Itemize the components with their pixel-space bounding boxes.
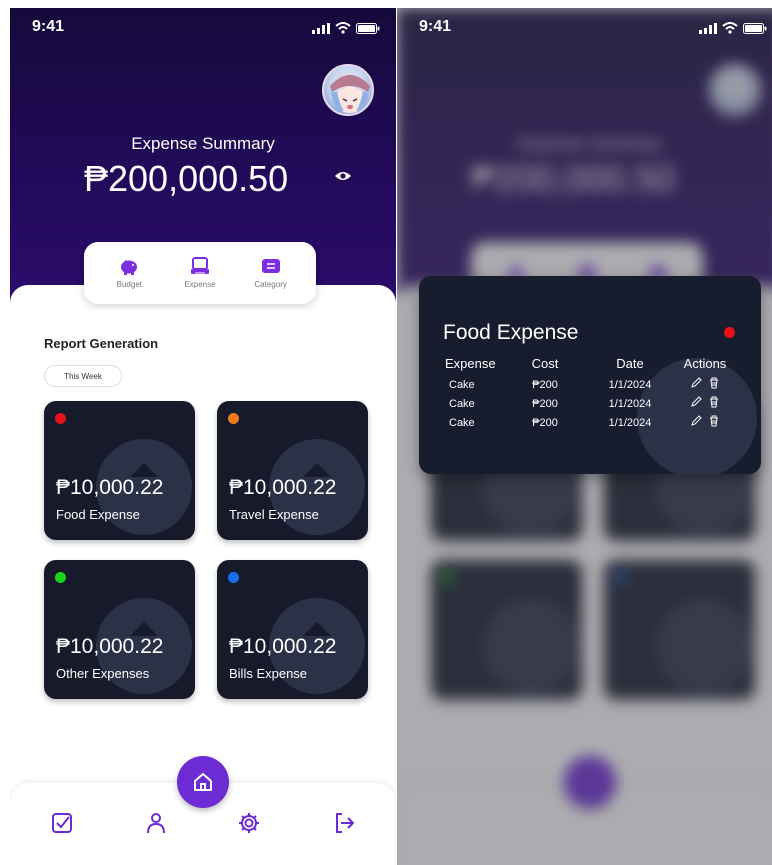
table-row: Cake ₱200 1/1/2024 bbox=[439, 375, 739, 394]
trash-icon[interactable] bbox=[708, 396, 720, 408]
checkbox-icon[interactable] bbox=[51, 812, 73, 834]
cell-expense: Cake bbox=[449, 416, 475, 429]
wifi-icon bbox=[335, 22, 351, 34]
cell-actions bbox=[671, 413, 739, 432]
card-name: Food Expense bbox=[56, 507, 140, 522]
eye-icon[interactable] bbox=[334, 170, 352, 182]
cell-date: 1/1/2024 bbox=[608, 397, 652, 410]
menu-item-expense-label: Expense bbox=[184, 280, 216, 289]
card-name: Bills Expense bbox=[229, 666, 308, 681]
signal-icon bbox=[699, 22, 717, 34]
status-dot bbox=[228, 413, 239, 424]
user-icon[interactable] bbox=[145, 812, 167, 834]
arrow-up-icon bbox=[130, 463, 158, 477]
cell-date: 1/1/2024 bbox=[608, 378, 652, 391]
cell-expense: Cake bbox=[449, 378, 475, 391]
table-row: Cake ₱200 1/1/2024 bbox=[439, 394, 739, 413]
card-name: Other Expenses bbox=[56, 666, 150, 681]
expense-card-travel[interactable]: ₱10,000.22 Travel Expense bbox=[217, 401, 368, 540]
status-bar: 9:41 bbox=[397, 18, 772, 38]
edit-icon[interactable] bbox=[690, 396, 702, 408]
edit-icon[interactable] bbox=[690, 415, 702, 427]
status-time: 9:41 bbox=[419, 18, 452, 35]
expense-card-bills[interactable]: ₱10,000.22 Bills Expense bbox=[217, 560, 368, 699]
modal-title: Food Expense bbox=[443, 321, 579, 344]
cell-actions bbox=[671, 394, 739, 413]
wifi-icon bbox=[722, 22, 738, 34]
menu-item-category[interactable]: Category bbox=[241, 257, 301, 289]
battery-icon bbox=[743, 22, 767, 34]
table-row: Cake ₱200 1/1/2024 bbox=[439, 413, 739, 432]
avatar-image bbox=[330, 75, 370, 114]
status-dot bbox=[228, 572, 239, 583]
menu-item-budget[interactable]: Budget bbox=[99, 257, 159, 289]
filter-chip[interactable]: This Week bbox=[44, 365, 122, 387]
card-name: Travel Expense bbox=[229, 507, 319, 522]
arrow-up-icon bbox=[303, 463, 331, 477]
list-icon bbox=[261, 259, 280, 273]
menu-item-expense[interactable]: Expense bbox=[170, 257, 230, 289]
expense-detail-modal: Food Expense Expense Cost Date Actions C… bbox=[419, 276, 761, 474]
logout-icon[interactable] bbox=[333, 812, 355, 834]
summary-title: Expense Summary bbox=[131, 134, 275, 153]
modal-screen: Expense Summary ₱200,000.50 Food Expense… bbox=[397, 8, 772, 865]
arrow-up-icon bbox=[130, 622, 158, 636]
status-dot bbox=[55, 572, 66, 583]
menu-item-budget-label: Budget bbox=[116, 280, 142, 289]
expense-table: Expense Cost Date Actions Cake ₱200 1/1/… bbox=[439, 356, 739, 432]
col-header-actions: Actions bbox=[683, 356, 727, 371]
cell-actions bbox=[671, 375, 739, 394]
status-time: 9:41 bbox=[32, 18, 65, 35]
card-amount: ₱10,000.22 bbox=[229, 476, 337, 499]
card-amount: ₱10,000.22 bbox=[56, 476, 164, 499]
cell-date: 1/1/2024 bbox=[608, 416, 652, 429]
expense-card-other[interactable]: ₱10,000.22 Other Expenses bbox=[44, 560, 195, 699]
home-button[interactable] bbox=[177, 756, 229, 808]
trash-icon[interactable] bbox=[708, 415, 720, 427]
summary-amount: ₱200,000.50 bbox=[84, 158, 289, 199]
status-bar: 9:41 bbox=[10, 18, 396, 38]
col-header-cost: Cost bbox=[531, 356, 559, 371]
cell-expense: Cake bbox=[449, 397, 475, 410]
col-header-date: Date bbox=[616, 356, 644, 371]
cell-cost: ₱200 bbox=[532, 416, 558, 429]
status-dot bbox=[724, 327, 735, 338]
expense-card-food[interactable]: ₱10,000.22 Food Expense bbox=[44, 401, 195, 540]
settings-icon[interactable] bbox=[238, 812, 260, 834]
battery-icon bbox=[356, 22, 380, 34]
card-amount: ₱10,000.22 bbox=[56, 635, 164, 658]
trash-icon[interactable] bbox=[708, 377, 720, 389]
edit-icon[interactable] bbox=[690, 377, 702, 389]
arrow-up-icon bbox=[303, 622, 331, 636]
avatar[interactable] bbox=[322, 64, 374, 116]
table-header-row: Expense Cost Date Actions bbox=[439, 356, 739, 375]
main-screen: 9:41 Expense Summary ₱200,000.50 Budget … bbox=[10, 8, 396, 865]
home-icon bbox=[194, 773, 212, 791]
report-title: Report Generation bbox=[44, 336, 159, 351]
status-dot bbox=[55, 413, 66, 424]
cell-cost: ₱200 bbox=[532, 378, 558, 391]
quick-menu: Budget Expense Category bbox=[84, 242, 316, 304]
cell-cost: ₱200 bbox=[532, 397, 558, 410]
printer-icon bbox=[190, 257, 209, 274]
col-header-expense: Expense bbox=[445, 356, 496, 371]
menu-item-category-label: Category bbox=[254, 280, 287, 289]
card-amount: ₱10,000.22 bbox=[229, 635, 337, 658]
piggy-bank-icon bbox=[121, 260, 138, 275]
signal-icon bbox=[312, 22, 330, 34]
